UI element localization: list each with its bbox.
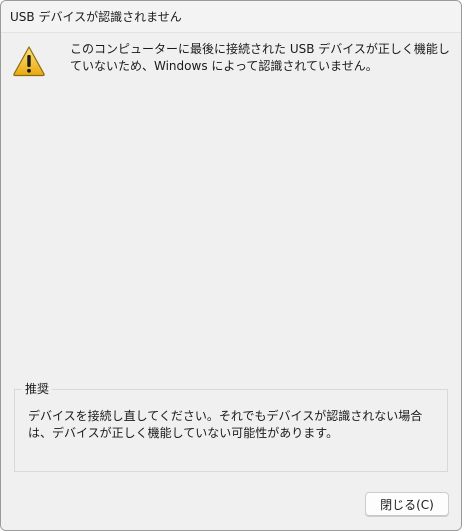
dialog-content: このコンピューターに最後に接続された USB デバイスが正しく機能していないため… bbox=[1, 33, 461, 530]
title-bar[interactable]: USB デバイスが認識されません bbox=[1, 1, 461, 33]
message-text: このコンピューターに最後に接続された USB デバイスが正しく機能していないため… bbox=[70, 42, 450, 73]
window-title: USB デバイスが認識されません bbox=[10, 10, 182, 24]
recommendation-heading: 推奨 bbox=[22, 381, 53, 397]
close-button[interactable]: 閉じる(C) bbox=[365, 492, 449, 517]
warning-icon bbox=[13, 46, 45, 77]
dialog-window: USB デバイスが認識されません このコンピューターに最後に接続された USB … bbox=[0, 0, 462, 531]
recommendation-group: 推奨 デバイスを接続し直してください。それでもデバイスが認識されない場合は、デバ… bbox=[14, 381, 448, 472]
recommendation-text: デバイスを接続し直してください。それでもデバイスが認識されない場合は、デバイスが… bbox=[28, 409, 423, 440]
